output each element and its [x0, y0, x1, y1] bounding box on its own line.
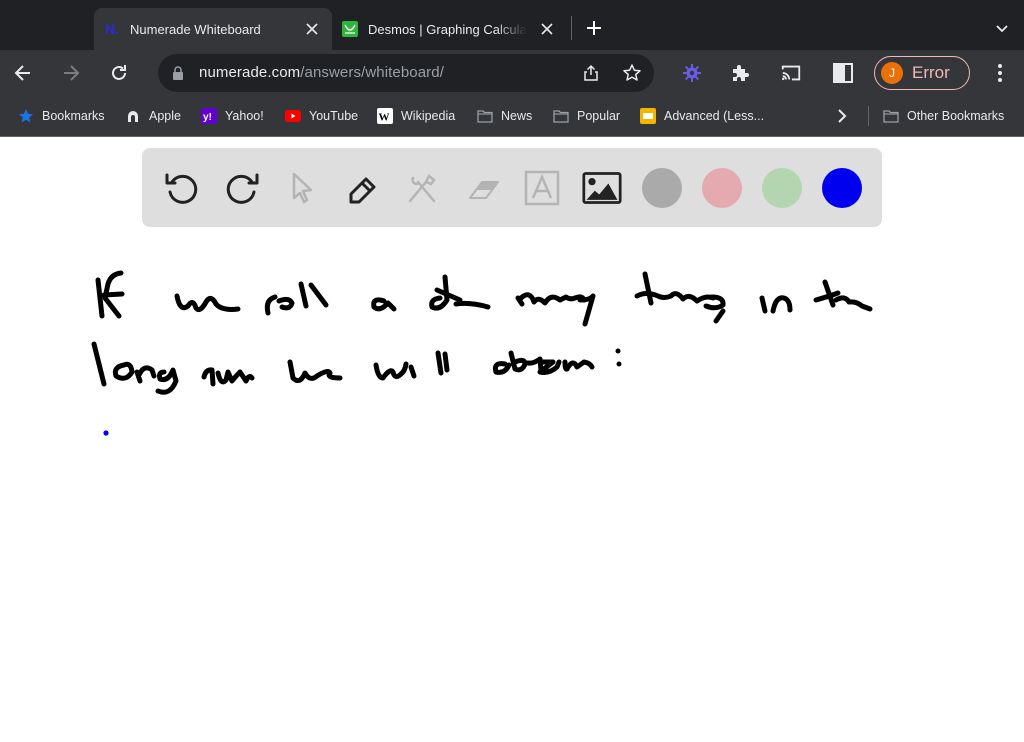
- numerade-icon: N.: [105, 21, 119, 37]
- bookmarks-separator: [868, 106, 869, 126]
- apple-icon: [125, 108, 141, 124]
- cast-icon[interactable]: [780, 62, 802, 84]
- color-swatch-gray[interactable]: [642, 168, 682, 208]
- bookmark-label: News: [501, 109, 533, 123]
- bookmark-youtube[interactable]: YouTube: [285, 106, 358, 126]
- whiteboard-toolbar: [142, 148, 882, 227]
- more-menu-icon[interactable]: [990, 62, 1010, 84]
- cursor-arrow-icon: [292, 172, 313, 204]
- profile-button[interactable]: J Error: [874, 56, 970, 90]
- reload-button[interactable]: [106, 60, 132, 86]
- avatar: J: [881, 62, 903, 84]
- reload-icon: [112, 65, 126, 80]
- drawing-canvas[interactable]: If we roll a die many times, in the: [0, 238, 1024, 742]
- bookmark-label: Bookmarks: [42, 109, 105, 123]
- pencil-icon: [349, 177, 376, 204]
- color-swatch-pink[interactable]: [702, 168, 742, 208]
- bookmark-folder-news[interactable]: News: [477, 106, 532, 126]
- redo-button[interactable]: [222, 168, 262, 208]
- bookmark-folder-popular[interactable]: Popular: [553, 106, 620, 126]
- tab-desmos[interactable]: Desmos | Graphing Calculator: [332, 8, 567, 50]
- url-text: numerade.com/answers/whiteboard/: [199, 64, 444, 81]
- bookmark-label: Apple: [149, 109, 181, 123]
- tools-icon: [408, 174, 436, 203]
- new-tab-button[interactable]: [582, 16, 606, 40]
- image-tool-button[interactable]: [582, 168, 622, 208]
- eraser-tool-button[interactable]: [462, 168, 502, 208]
- bookmark-label: Advanced (Less...: [664, 109, 765, 123]
- back-button[interactable]: [10, 60, 36, 86]
- redo-icon: [226, 173, 259, 204]
- folder-icon: [883, 108, 899, 124]
- image-icon: [582, 172, 622, 204]
- wikipedia-icon: W: [377, 108, 393, 124]
- bookmark-label: Yahoo!: [225, 109, 264, 123]
- bookmark-wikipedia[interactable]: W Wikipedia: [377, 106, 455, 126]
- tab-numerade-whiteboard[interactable]: N. Numerade Whiteboard: [94, 8, 332, 50]
- desmos-icon: [342, 21, 358, 37]
- svg-text:y!: y!: [203, 112, 212, 123]
- bookmark-label: Wikipedia: [401, 109, 456, 123]
- bookmark-yahoo[interactable]: y! Yahoo!: [201, 106, 264, 126]
- pen-tool-button[interactable]: [342, 168, 382, 208]
- tab-title: Desmos | Graphing Calculator: [368, 21, 527, 37]
- undo-button[interactable]: [162, 168, 202, 208]
- whiteboard-page: If we roll a die many times, in the: [0, 138, 1024, 742]
- tab-strip: N. Numerade Whiteboard Desmos | Graphing…: [0, 0, 1024, 50]
- bookmark-star-icon[interactable]: [622, 63, 642, 83]
- bookmark-label: Other Bookmarks: [907, 109, 1005, 123]
- text-icon: [524, 170, 560, 206]
- browser-toolbar: numerade.com/answers/whiteboard/ J Error: [0, 50, 1024, 96]
- tab-separator: [571, 16, 572, 40]
- lock-icon: [173, 66, 183, 80]
- url-path: /answers/whiteboard/: [300, 64, 444, 81]
- star-icon: [18, 108, 34, 124]
- share-icon[interactable]: [582, 64, 600, 82]
- handwriting-line-1: [95, 270, 873, 327]
- side-panel-icon[interactable]: [832, 62, 854, 84]
- bookmark-advanced[interactable]: Advanced (Less...: [640, 106, 764, 126]
- undo-icon: [165, 173, 198, 204]
- bookmark-other-bookmarks[interactable]: Other Bookmarks: [883, 106, 1004, 126]
- bookmarks-overflow-button[interactable]: [834, 106, 850, 126]
- plus-icon: [587, 21, 601, 35]
- url-domain: numerade.com: [199, 64, 301, 81]
- svg-text:W: W: [379, 112, 390, 124]
- tab-title: Numerade Whiteboard: [130, 21, 261, 37]
- tab-search-button[interactable]: [992, 18, 1012, 38]
- youtube-icon: [285, 108, 301, 124]
- eraser-icon: [469, 181, 499, 199]
- slides-icon: [640, 108, 656, 124]
- chevron-right-icon: [838, 109, 847, 123]
- extensions-puzzle-icon[interactable]: [729, 62, 751, 84]
- close-tab-icon[interactable]: [302, 19, 322, 39]
- color-swatch-blue[interactable]: [822, 168, 862, 208]
- bookmark-apple[interactable]: Apple: [125, 106, 181, 126]
- blue-dot: [103, 430, 109, 436]
- forward-button[interactable]: [58, 60, 84, 86]
- bookmark-label: Popular: [577, 109, 621, 123]
- arrow-right-icon: [64, 65, 80, 81]
- folder-icon: [553, 108, 569, 124]
- bookmark-label: YouTube: [309, 109, 359, 123]
- folder-icon: [477, 108, 493, 124]
- select-tool-button[interactable]: [282, 168, 322, 208]
- text-tool-button[interactable]: [522, 168, 562, 208]
- address-bar[interactable]: numerade.com/answers/whiteboard/: [158, 54, 654, 92]
- chevron-down-icon: [996, 25, 1008, 33]
- extension-settings-icon[interactable]: [681, 62, 703, 84]
- profile-status: Error: [912, 63, 950, 82]
- bookmarks-bar: Bookmarks Apple y! Yahoo! YouTube W Wiki…: [0, 96, 1024, 137]
- arrow-left-icon: [14, 65, 30, 81]
- tools-button[interactable]: [402, 168, 442, 208]
- color-swatch-green[interactable]: [762, 168, 802, 208]
- close-tab-icon[interactable]: [537, 19, 557, 39]
- bookmark-bookmarks[interactable]: Bookmarks: [18, 106, 105, 126]
- handwriting-line-2: [91, 341, 622, 395]
- yahoo-icon: y!: [201, 108, 217, 124]
